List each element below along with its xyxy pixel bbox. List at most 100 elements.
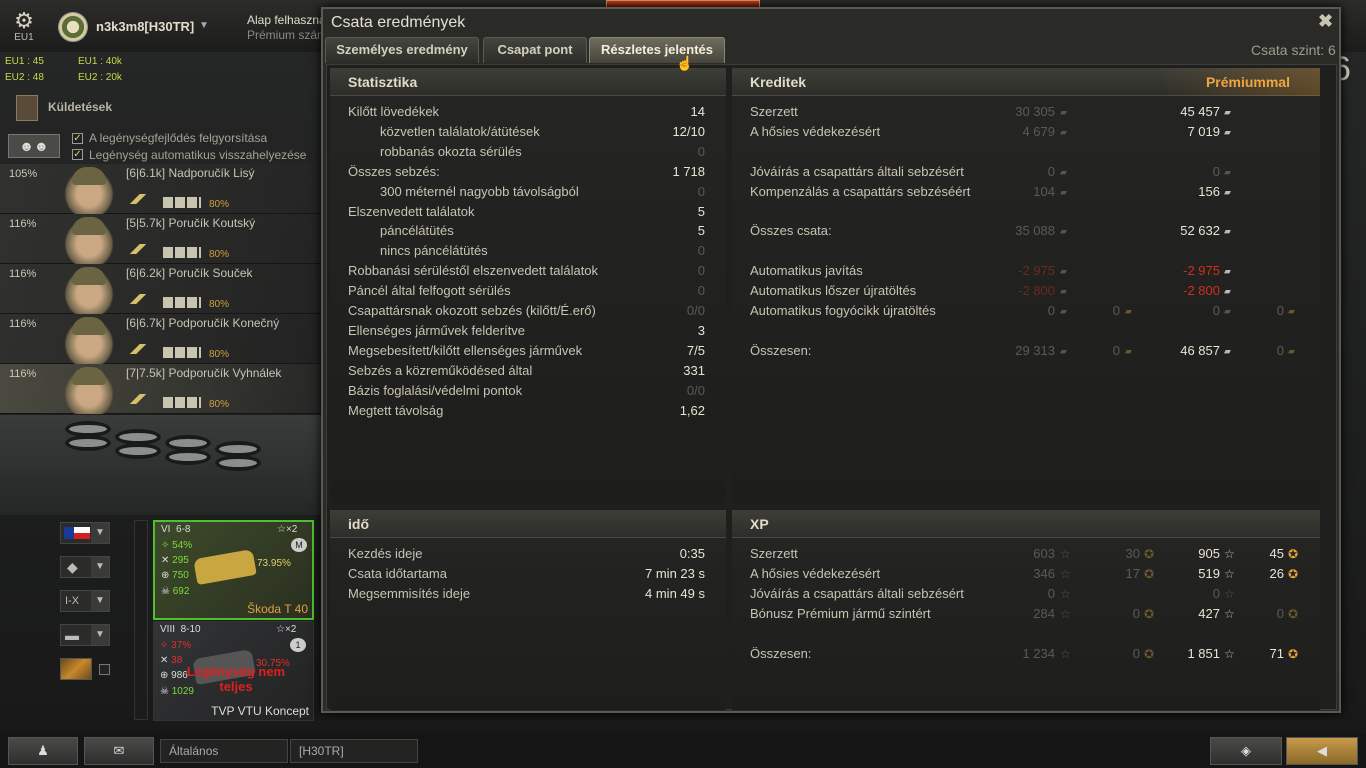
free-xp-premium: 71	[1269, 646, 1284, 661]
credit-premium: -2 975	[1183, 263, 1220, 279]
star-icon: ☆	[1060, 647, 1071, 661]
free-xp-base: 30	[1125, 546, 1140, 561]
stat-label: Sebzés a közreműködésed által	[348, 362, 533, 378]
stat-label: Kilőtt lövedékek	[348, 104, 440, 119]
stat-row: Kilőtt lövedékek 14	[330, 104, 726, 124]
free-xp-icon: ✪	[1144, 547, 1155, 561]
chat-button[interactable]: ✉	[84, 737, 154, 765]
credit-icon: ▰	[1060, 186, 1067, 197]
stat-value: 12/10	[672, 123, 705, 139]
time-label: Kezdés ideje	[348, 546, 423, 561]
crew-icon[interactable]: ☻☻	[8, 134, 60, 158]
stat-value: 0/0	[686, 303, 705, 318]
stat-value: 0	[697, 143, 705, 159]
crew-member[interactable]: 105% [6|6.1k] Nadporučík Lisý 80%	[0, 164, 320, 214]
stat-row: Ellenséges járművek felderítve 3	[330, 323, 726, 343]
credit-icon: ▰	[1224, 107, 1231, 117]
xp-multiplier: ☆×2	[277, 524, 298, 535]
notifications-button[interactable]: ◈	[1210, 737, 1282, 765]
stat-row: Megtett távolság 1,62	[330, 403, 726, 423]
ammo-filter-icon[interactable]	[60, 658, 92, 680]
chevron-down-icon[interactable]: ▼	[91, 557, 109, 577]
time-value: 7 min 23 s	[645, 566, 705, 581]
premium-account[interactable]: Prémium szám	[247, 28, 327, 42]
credit-label: Szerzett	[750, 104, 798, 119]
chevron-down-icon[interactable]: ▼	[91, 625, 109, 645]
tank-winrate: ✧ 37%	[160, 640, 192, 651]
stat-value: 0	[697, 263, 705, 279]
player-name[interactable]: n3k3m8[H30TR]	[96, 19, 194, 34]
carousel-scrollbar[interactable]	[134, 520, 148, 720]
stat-value: 331	[683, 362, 705, 378]
credit-icon: ▰	[1224, 286, 1231, 297]
tank-tier-numeral: VI	[161, 524, 171, 535]
server-stat: EU2 : 20k	[78, 72, 122, 83]
chat-channel-clan[interactable]: [H30TR]	[290, 739, 418, 763]
credit-base: 0	[1047, 163, 1055, 179]
tier-filter-value: I-X	[65, 595, 80, 607]
chevron-down-icon[interactable]: ▼	[91, 591, 109, 611]
rank-icon	[125, 194, 151, 204]
clan-emblem-icon[interactable]	[58, 12, 88, 42]
stat-row: Összes sebzés: 1 718	[330, 164, 726, 184]
dialog-content: Statisztika Kilőtt lövedékek 14 közvetlen …	[326, 64, 1337, 710]
xp-base: 284	[1033, 606, 1055, 621]
tank-image	[193, 548, 257, 586]
crew-portrait	[60, 164, 118, 214]
crew-member[interactable]: 116% [7|7.5k] Podporučík Vyhnálek 80%	[0, 364, 320, 414]
mastery-badge-icon: M	[291, 538, 307, 552]
chevron-down-icon[interactable]: ▼	[199, 20, 209, 31]
credit-base: 29 313	[1015, 342, 1055, 358]
stat-value: 0/0	[686, 382, 705, 398]
tank-card-selected[interactable]: VI 6-8 ☆×2 M ✧ 54% ✕ 295 ⊕ 750 ☠ 692 73.…	[153, 520, 314, 620]
crew-name: [6|6.1k] Nadporučík Lisý	[126, 166, 255, 180]
tank-battle-tiers: 6-8	[176, 524, 191, 535]
credit-row: Automatikus javítás -2 975 ▰ -2 975 ▰	[732, 263, 1320, 283]
rank-icon	[125, 244, 151, 254]
credit-row: Jóváírás a csapattárs általi sebzésért 0 ▰…	[732, 164, 1320, 184]
tank-mastery-pct: 73.95%	[257, 558, 291, 569]
stat-row: Csapattársnak okozott sebzés (kilőtt/É.e…	[330, 303, 726, 323]
auto-return-crew-checkbox[interactable]: ✓	[72, 149, 83, 160]
tab-personal[interactable]: Személyes eredmény	[325, 37, 479, 63]
filter-checkbox[interactable]	[99, 664, 110, 675]
credits-header-bar: Kreditek Prémiummal	[732, 68, 1320, 96]
stat-label: Robbanási sérüléstől elszenvedett talála…	[348, 263, 599, 279]
stat-label: robbanás okozta sérülés	[380, 143, 522, 159]
tank-card[interactable]: VIII 8-10 ☆×2 1 ✧ 37% ✕ 38 ⊕ 986 ☠ 1029 …	[153, 621, 314, 721]
accelerate-crew-checkbox[interactable]: ✓	[72, 133, 83, 144]
xp-label: Jóváírás a csapattárs általi sebzésért	[750, 586, 964, 601]
crew-name: [6|6.2k] Poručík Souček	[126, 266, 253, 280]
account-type[interactable]: Alap felhaszná	[247, 13, 326, 27]
crew-member[interactable]: 116% [6|6.2k] Poručík Souček 80%	[0, 264, 320, 314]
xp-premium: 519	[1198, 566, 1220, 581]
star-icon: ☆	[1224, 587, 1235, 601]
missions-icon[interactable]	[16, 95, 38, 121]
xp-row: Bónusz Prémium jármű szintért 284 ☆ 0 ✪ 427 ☆ 0…	[732, 606, 1320, 626]
premium-header: Prémiummal	[1205, 74, 1290, 90]
settings-gear-icon[interactable]: ⚙	[8, 8, 40, 34]
tab-detailed[interactable]: Részletes jelentés	[589, 37, 725, 63]
stat-row: robbanás okozta sérülés 0	[330, 144, 726, 164]
skill-pct: 80%	[209, 199, 230, 210]
contacts-button[interactable]: ♟	[8, 737, 78, 765]
tab-team[interactable]: Csapat pont	[483, 37, 587, 63]
crew-incomplete-warning: Legénység nem teljes	[186, 664, 286, 694]
xp-premium: 1 851	[1187, 646, 1220, 661]
crew-member[interactable]: 116% [5|5.7k] Poručík Koutský 80%	[0, 214, 320, 264]
service-button[interactable]: ◀	[1286, 737, 1358, 765]
xp-row: Összesen: 1 234 ☆ 0 ✪ 1 851 ☆ 71 ✪	[732, 646, 1320, 666]
credit-icon: ▰	[1060, 286, 1067, 297]
xp-base: 603	[1033, 546, 1055, 561]
xp-label: Bónusz Prémium jármű szintért	[750, 606, 931, 621]
close-icon[interactable]: ✖	[1318, 11, 1333, 32]
stat-label: Összes sebzés:	[348, 163, 440, 179]
free-xp-premium: 0	[1276, 606, 1284, 621]
chevron-down-icon[interactable]: ▼	[91, 523, 109, 543]
chat-channel-general[interactable]: Általános	[160, 739, 288, 763]
missions-label[interactable]: Küldetések	[48, 100, 112, 114]
crew-member[interactable]: 116% [6|6.7k] Podporučík Konečný 80%	[0, 314, 320, 364]
xp-row: Jóváírás a csapattárs általi sebzésért 0 ☆…	[732, 586, 1320, 606]
stat-row: 300 méternél nagyobb távolságból 0	[330, 184, 726, 204]
tank-winrate: ✧ 54%	[161, 540, 193, 551]
